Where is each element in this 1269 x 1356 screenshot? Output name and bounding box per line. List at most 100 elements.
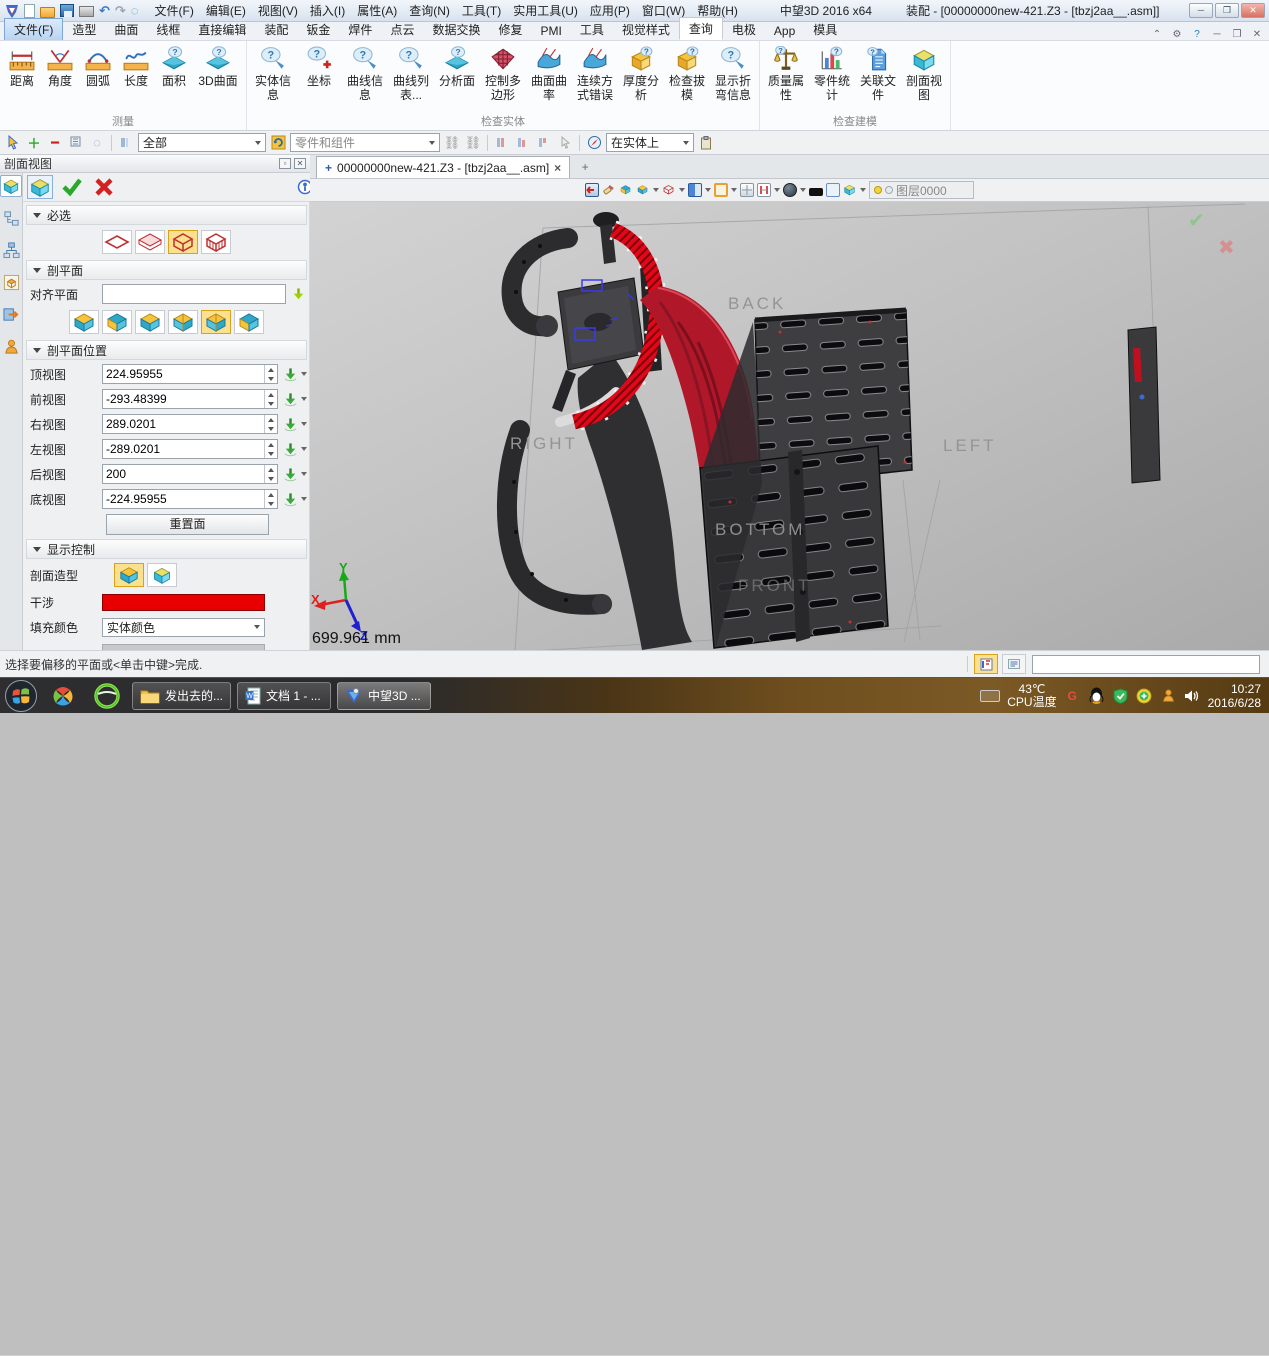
ribbon-tab-mold[interactable]: 模具 [804,19,846,40]
link-icon[interactable]: ⛓ [443,134,461,152]
tray-qq-icon[interactable] [1088,687,1105,704]
align-plane-input[interactable] [103,285,285,303]
ribbon-tab-weldment[interactable]: 焊件 [339,19,381,40]
chevron-down-icon[interactable] [301,422,307,426]
entity-info-button[interactable]: 实体信息 [250,43,296,102]
top-view-pick-button[interactable] [281,365,299,383]
browser-icon[interactable] [88,681,126,711]
section-type-plane[interactable] [102,230,132,254]
taskbar-window-folder[interactable]: 发出去的... [132,682,231,710]
ok-button[interactable] [59,175,85,199]
panel-close-icon[interactable]: ✕ [294,158,306,169]
clipboard-icon[interactable] [697,134,715,152]
section-required[interactable]: 必选 [26,205,307,225]
continuity-error-button[interactable]: 连续方式错误 [572,43,618,102]
tab-close-icon[interactable]: × [554,161,561,175]
taskbar-window-word[interactable]: W 文档 1 - ... [237,682,331,710]
interference-color-swatch[interactable] [102,594,265,611]
menu-inquire[interactable]: 查询(N) [403,0,456,21]
angle-button[interactable]: 角度 [41,43,79,88]
back-view-spinner[interactable] [264,465,277,483]
draft-check-button[interactable]: 检查拔模 [664,43,710,102]
ribbon-tab-tools[interactable]: 工具 [571,19,613,40]
chevron-down-icon[interactable] [301,397,307,401]
eraser-icon[interactable] [602,183,616,197]
back-view-pick-button[interactable] [281,465,299,483]
ribbon-tab-shape[interactable]: 造型 [63,19,105,40]
menu-attributes[interactable]: 属性(A) [351,0,403,21]
split-view-icon[interactable] [740,183,754,197]
add-filter-icon[interactable]: ＋ [25,134,43,152]
tray-update-icon[interactable] [1136,687,1153,704]
command-input[interactable] [1032,655,1260,674]
ribbon-tab-app[interactable]: App [765,22,804,40]
new-tab-button[interactable]: + [574,160,596,178]
part-statistics-button[interactable]: 零件统计 [809,43,855,102]
launcher-360-icon[interactable] [44,681,82,711]
snap-compass-icon[interactable] [585,134,603,152]
tray-user-icon[interactable] [1160,687,1177,704]
open-file-icon[interactable] [40,7,55,18]
keyboard-tray-icon[interactable] [980,690,1000,702]
bottom-view-pick-button[interactable] [281,490,299,508]
close-button[interactable]: ✕ [1241,3,1265,18]
taskbar-window-zw3d[interactable]: 中望3D ... [337,682,431,710]
expand-input-button[interactable] [1002,654,1026,674]
plane-preset-1[interactable] [69,310,99,334]
section-type-slice[interactable] [135,230,165,254]
section-plane[interactable]: 剖平面 [26,260,307,280]
viewport-3d[interactable]: BACK RIGHT LEFT BOTTOM FRONT X Y Z 699.9… [310,202,1269,650]
ribbon-tab-file[interactable]: 文件(F) [4,18,63,40]
fill-color-combo[interactable]: 实体颜色 [102,618,265,637]
chevron-down-icon[interactable] [301,472,307,476]
front-view-pick-button[interactable] [281,390,299,408]
chevron-down-icon[interactable] [679,188,685,192]
background-sphere-icon[interactable] [783,183,797,197]
align-view-icon[interactable] [757,183,771,197]
chevron-down-icon[interactable] [301,447,307,451]
doc-close-icon[interactable]: ✕ [1249,29,1265,40]
chevron-down-icon[interactable] [301,497,307,501]
front-view-input[interactable] [103,390,264,408]
print-icon[interactable] [79,6,94,17]
undo-icon[interactable]: ↶ [99,4,110,18]
input-mode-button[interactable] [974,654,998,674]
length-button[interactable]: 长度 [117,43,155,88]
surface-3d-button[interactable]: 3D曲面 [193,43,243,88]
menu-tools[interactable]: 工具(T) [456,0,507,21]
section-view-button[interactable]: 剖面视图 [901,43,947,102]
circle-select-icon[interactable]: ◌ [88,134,106,152]
chevron-down-icon[interactable] [705,188,711,192]
control-polygon-button[interactable]: 控制多边形 [480,43,526,102]
ribbon-tab-visualize[interactable]: 视觉样式 [613,19,679,40]
back-view-input[interactable] [103,465,264,483]
help-icon[interactable]: ? [1189,29,1205,40]
layer-combo[interactable]: 图层0000 [869,181,974,199]
ribbon-tab-direct-edit[interactable]: 直接编辑 [189,19,255,40]
tab-history-manager[interactable] [0,239,22,261]
doc-minimize-icon[interactable]: ─ [1209,29,1225,40]
plane-preset-6[interactable] [234,310,264,334]
menu-view[interactable]: 视图(V) [252,0,304,21]
chevron-down-icon[interactable] [731,188,737,192]
white-swatch-icon[interactable] [826,183,840,197]
area-button[interactable]: 面积 [155,43,193,88]
plane-preset-5[interactable] [201,310,231,334]
menu-utilities[interactable]: 实用工具(U) [507,0,584,21]
curve-list-button[interactable]: 曲线列表... [388,43,434,102]
section-type-profile[interactable] [201,230,231,254]
front-view-spinner[interactable] [264,390,277,408]
confirm-overlay-icon[interactable]: ✔ [1188,208,1205,233]
column-filter1-icon[interactable] [493,134,511,152]
chevron-down-icon[interactable] [301,372,307,376]
tray-g-icon[interactable]: G [1064,687,1081,704]
tab-view-manager[interactable] [0,271,22,293]
section-mode-button[interactable] [27,175,53,199]
cancel-overlay-icon[interactable]: ✖ [1218,235,1235,260]
refresh-scope-icon[interactable] [269,134,287,152]
info-button[interactable] [292,175,310,199]
shaded-cube-icon[interactable] [619,183,633,197]
analyze-face-button[interactable]: 分析面 [434,43,480,88]
minimize-button[interactable]: ─ [1189,3,1213,18]
highlight-frame-icon[interactable] [714,183,728,197]
